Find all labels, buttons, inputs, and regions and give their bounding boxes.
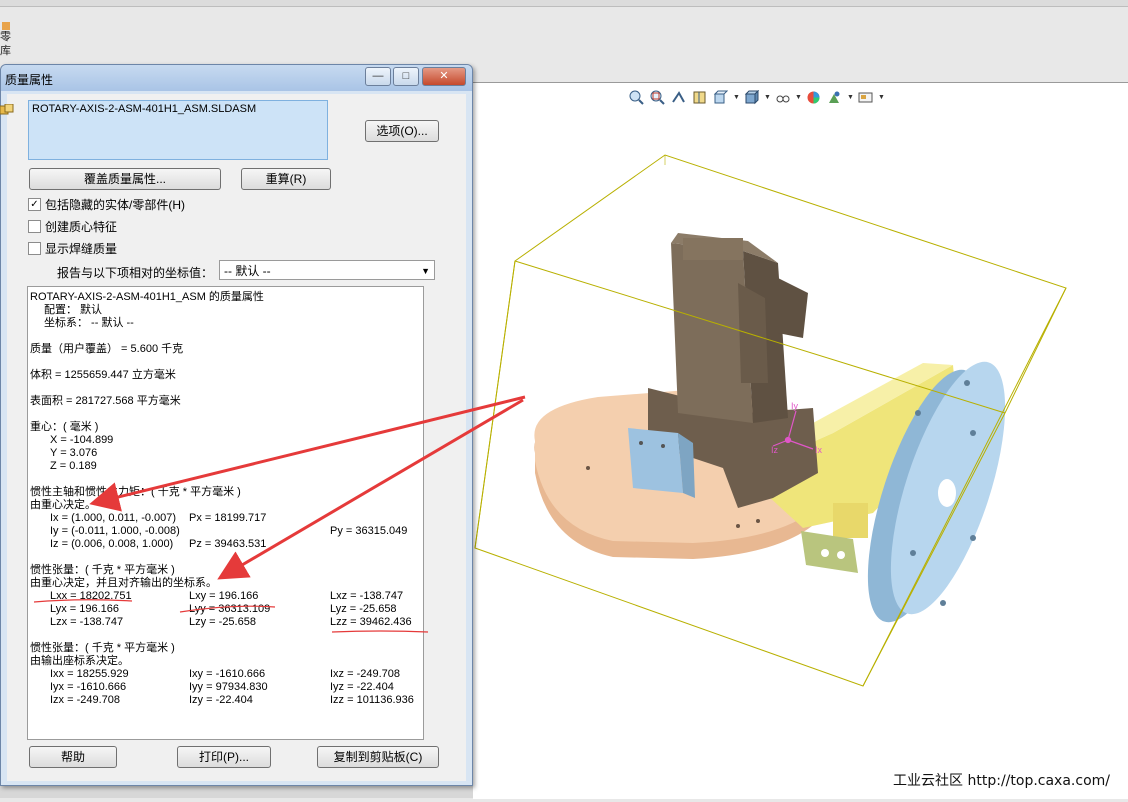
tensor1-cell: Lyx = 196.166 — [50, 603, 120, 615]
selected-items-list[interactable]: ROTARY-AXIS-2-ASM-401H1_ASM.SLDASM — [28, 100, 328, 160]
tensor1-cell: Lyy = 36313.109 — [189, 603, 271, 615]
mass-properties-results[interactable]: ROTARY-AXIS-2-ASM-401H1_ASM 的质量属性 配置： 默认… — [27, 286, 424, 740]
tensor1-cell: Lzx = -138.747 — [50, 616, 124, 628]
minimize-button[interactable]: — — [365, 67, 391, 86]
results-iy: Iy = (-0.011, 1.000, -0.008) — [50, 525, 180, 537]
coordinate-system-select[interactable]: -- 默认 -- ▼ — [219, 260, 435, 280]
results-header: ROTARY-AXIS-2-ASM-401H1_ASM 的质量属性 — [30, 291, 264, 303]
watermark-text: 工业云社区 http://top.caxa.com/ — [893, 773, 1110, 789]
tensor2-cell: Izz = 101136.936 — [330, 694, 414, 706]
dialog-title: 质量属性 — [5, 73, 54, 87]
results-mass: 质量（用户覆盖） = 5.600 千克 — [30, 343, 184, 355]
light-blue-block — [628, 428, 695, 498]
tensor2-cell: Ixx = 18255.929 — [50, 668, 129, 680]
toolbar-label-line1: 零 — [0, 31, 11, 43]
chevron-down-icon[interactable]: ▼ — [421, 261, 430, 281]
model-render: Iy Iz Ix — [474, 154, 1067, 687]
tensor1-cell: Lzy = -25.658 — [189, 616, 256, 628]
show-weld-mass-label: 显示焊缝质量 — [45, 241, 118, 256]
library-icon — [2, 22, 10, 30]
create-cog-label: 创建质心特征 — [45, 219, 118, 234]
tensor1-cell: Lyz = -25.658 — [330, 603, 397, 615]
results-cog-y: Y = 3.076 — [50, 447, 98, 459]
display-style-icon[interactable] — [743, 89, 760, 106]
tensor2-cell: Iyz = -22.404 — [330, 681, 394, 693]
triad-label-ix: Ix — [815, 445, 823, 455]
results-cog-z: Z = 0.189 — [50, 460, 97, 472]
dialog-title-bar[interactable]: 质量属性 — □ ✕ — [1, 65, 472, 91]
results-iz: Iz = (0.006, 0.008, 1.000) — [50, 538, 174, 550]
hide-show-icon[interactable] — [774, 89, 791, 106]
include-hidden-checkbox[interactable]: ✓ — [28, 197, 41, 211]
mass-properties-dialog: 质量属性 — □ ✕ ROTARY-AXIS-2-ASM-401H1_ASM.S… — [0, 64, 473, 786]
results-cog-x: X = -104.899 — [50, 434, 114, 446]
override-mass-properties-button[interactable]: 覆盖质量属性... — [29, 168, 221, 190]
triad-label-iz: Iz — [771, 445, 779, 455]
results-coord-sys: 坐标系： -- 默认 -- — [44, 317, 134, 329]
results-pz: Pz = 39463.531 — [189, 538, 267, 550]
view-settings-icon[interactable] — [857, 89, 874, 106]
zoom-to-area-icon[interactable] — [649, 89, 666, 106]
tensor1-cell: Lxy = 196.166 — [189, 590, 259, 602]
section-view-icon[interactable] — [691, 89, 708, 106]
print-button[interactable]: 打印(P)... — [177, 746, 271, 768]
results-ix: Ix = (1.000, 0.011, -0.007) — [50, 512, 177, 524]
dialog-client-area: ROTARY-AXIS-2-ASM-401H1_ASM.SLDASM 选项(O)… — [0, 94, 466, 781]
results-surface-area: 表面积 = 281727.568 平方毫米 — [30, 395, 181, 407]
tensor2-cell: Izy = -22.404 — [189, 694, 253, 706]
zoom-to-fit-icon[interactable] — [628, 89, 645, 106]
coordinate-system-label: 报告与以下项相对的坐标值： — [57, 266, 214, 280]
results-volume: 体积 = 1255659.447 立方毫米 — [30, 369, 176, 381]
top-toolbar-strip — [0, 0, 1128, 7]
edit-appearance-icon[interactable] — [805, 89, 822, 106]
graphics-viewport[interactable]: Iy Iz Ix — [473, 82, 1128, 799]
apply-scene-icon[interactable] — [826, 89, 843, 106]
selected-filename[interactable]: ROTARY-AXIS-2-ASM-401H1_ASM.SLDASM — [32, 103, 256, 115]
show-weld-mass-checkbox-row[interactable]: 显示焊缝质量 — [28, 240, 117, 256]
tensor1-cell: Lxx = 18202.751 — [50, 590, 132, 602]
results-cog-title: 重心：( 毫米 ) — [30, 421, 99, 433]
results-tensor2-sub: 由输出座标系决定。 — [30, 655, 129, 667]
options-button[interactable]: 选项(O)... — [365, 120, 439, 142]
results-config: 配置： 默认 — [44, 304, 103, 316]
coordinate-system-value: -- 默认 -- — [224, 264, 271, 278]
maximize-button[interactable]: □ — [393, 67, 419, 86]
tensor1-cell: Lzz = 39462.436 — [330, 616, 412, 628]
tensor2-cell: Ixz = -249.708 — [330, 668, 401, 680]
results-py: Py = 36315.049 — [330, 525, 408, 537]
tensor2-cell: Ixy = -1610.666 — [189, 668, 266, 680]
view-orientation-icon[interactable] — [712, 89, 729, 106]
toolbar-label-line2: 库 — [0, 45, 11, 57]
recalculate-button[interactable]: 重算(R) — [241, 168, 331, 190]
results-principal-title: 惯性主轴和惯性主力矩：( 千克 * 平方毫米 ) — [30, 486, 241, 498]
chevron-down-icon[interactable]: ▼ — [764, 94, 771, 101]
previous-view-icon[interactable] — [670, 89, 687, 106]
chevron-down-icon[interactable]: ▼ — [733, 94, 740, 101]
heads-up-view-toolbar: ▼ ▼ ▼ ▼ ▼ — [628, 87, 885, 107]
create-cog-checkbox[interactable] — [28, 219, 41, 233]
show-weld-mass-checkbox[interactable] — [28, 241, 41, 255]
include-hidden-checkbox-row[interactable]: ✓ 包括隐藏的实体/零部件(H) — [28, 196, 185, 212]
results-principal-sub: 由重心决定。 — [30, 499, 96, 511]
tensor2-cell: Iyy = 97934.830 — [189, 681, 268, 693]
tensor1-cell: Lxz = -138.747 — [330, 590, 404, 602]
tensor2-cell: Iyx = -1610.666 — [50, 681, 127, 693]
chevron-down-icon[interactable]: ▼ — [878, 94, 885, 101]
assembly-icon — [0, 104, 14, 115]
toolbar-button-partial[interactable]: 零 库 — [0, 22, 22, 62]
results-tensor2-title: 惯性张量：( 千克 * 平方毫米 ) — [30, 642, 175, 654]
results-px: Px = 18199.717 — [189, 512, 267, 524]
results-tensor1-title: 惯性张量：( 千克 * 平方毫米 ) — [30, 564, 175, 576]
chevron-down-icon[interactable]: ▼ — [795, 94, 802, 101]
copy-to-clipboard-button[interactable]: 复制到剪贴板(C) — [317, 746, 439, 768]
create-cog-checkbox-row[interactable]: 创建质心特征 — [28, 218, 117, 234]
tensor2-cell: Izx = -249.708 — [50, 694, 121, 706]
include-hidden-label: 包括隐藏的实体/零部件(H) — [45, 197, 185, 212]
chevron-down-icon[interactable]: ▼ — [847, 94, 854, 101]
help-button[interactable]: 帮助 — [29, 746, 117, 768]
triad-label-iy: Iy — [791, 401, 799, 411]
results-tensor1-sub: 由重心决定，并且对齐输出的坐标系。 — [30, 577, 217, 589]
close-button[interactable]: ✕ — [422, 67, 466, 86]
